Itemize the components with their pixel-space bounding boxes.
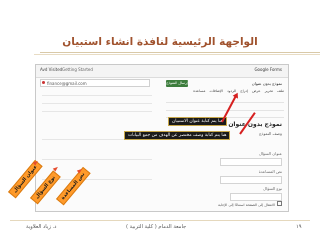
divider [42, 111, 152, 112]
question-type-label: نوع السؤال [263, 186, 282, 191]
menu-addons[interactable]: الإضافات [210, 89, 223, 93]
divider [42, 103, 152, 104]
menu-insert[interactable]: إدراج [240, 89, 248, 93]
menu-file[interactable]: ملف [277, 89, 284, 93]
menu-help[interactable]: مساعدة [193, 89, 205, 93]
browser-bookmarks-bar: Avd Visited Getting Started Google Forms [36, 65, 288, 78]
question-title-label: عنوان السؤال [259, 151, 282, 156]
page-navigation-option[interactable]: الانتقال إلى الصفحة استنادًا إلى الإجابة [218, 201, 282, 207]
question-title-input[interactable] [220, 158, 282, 166]
help-text-input[interactable] [220, 176, 282, 184]
account-email-field[interactable]: finance@gmail.com [40, 79, 150, 87]
divider [42, 95, 152, 96]
send-form-button[interactable]: إرسال النموذج [166, 80, 188, 87]
menu-view[interactable]: عرض [252, 89, 260, 93]
divider [42, 159, 152, 160]
footer-author: د. زياد العلاوية [26, 224, 57, 230]
toolbar-row [166, 105, 284, 111]
bookmark-avd-visited[interactable]: Avd Visited [40, 67, 62, 72]
form-title-small: نموذج بدون عنوان [251, 81, 282, 86]
form-title-heading[interactable]: نموذج بدون عنوان [228, 121, 282, 128]
form-editor: نموذج بدون عنوان إرسال النموذج ملف تحرير… [164, 79, 286, 209]
footer-institution: جامعة الدمام ( كلية التربية ) [126, 224, 187, 230]
toolbar-row [166, 97, 284, 103]
help-text-label: نص المساعدة [258, 169, 282, 174]
title-divider [40, 52, 320, 53]
forms-app-label: Google Forms [254, 67, 282, 72]
title-divider-secondary [34, 54, 320, 55]
description-callout: هنا يتم كتابة وصف مختصر عن الهدف من جمع … [124, 131, 231, 140]
page-number: ١٩ [296, 224, 302, 230]
left-column: finance@gmail.com [38, 79, 160, 209]
title-callout: هنا يتم كتابة عنوان الاستبيان [168, 117, 227, 126]
form-menu-bar: ملف تحرير عرض إدراج الردود الإضافات مساع… [166, 89, 284, 96]
bookmark-getting-started[interactable]: Getting Started [62, 67, 93, 72]
question-type-select[interactable] [230, 193, 282, 201]
account-email: finance@gmail.com [47, 81, 87, 86]
footer-divider [10, 220, 310, 221]
checkbox-icon[interactable] [277, 201, 282, 206]
slide-title: الواجهة الرئيسية لنافذة انشاء استبيان [62, 36, 258, 48]
menu-edit[interactable]: تحرير [265, 89, 273, 93]
form-description[interactable]: وصف النموذج [259, 131, 282, 136]
page-navigation-label: الانتقال إلى الصفحة استنادًا إلى الإجابة [218, 203, 275, 207]
account-icon [42, 81, 45, 84]
